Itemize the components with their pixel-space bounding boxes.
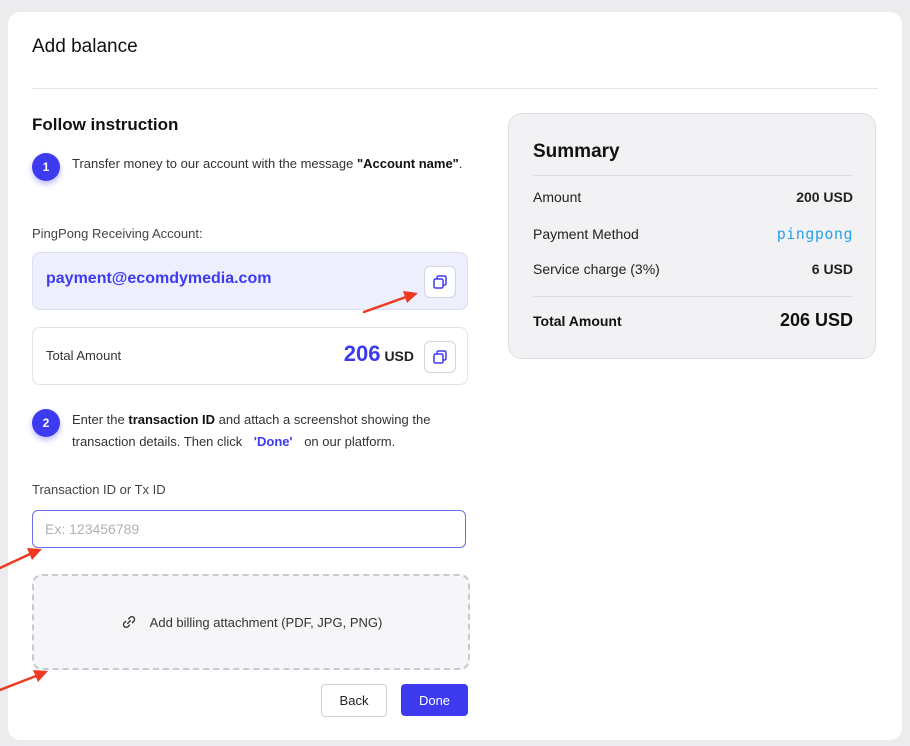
summary-row-amount: Amount 200 USD — [533, 189, 853, 205]
total-amount-value: 206 USD — [344, 341, 414, 367]
step-2-badge: 2 — [32, 409, 60, 437]
pingpong-logo: pingpong — [776, 225, 853, 243]
summary-row-value: 6 USD — [811, 261, 853, 277]
summary-divider — [533, 175, 853, 176]
account-email: payment@ecomdymedia.com — [46, 270, 272, 287]
transaction-id-input[interactable] — [32, 510, 466, 548]
summary-panel: Summary Amount 200 USD Payment Method pi… — [508, 113, 876, 359]
page-title: Add balance — [32, 36, 138, 57]
header-divider — [32, 88, 878, 89]
step-1-text: Transfer money to our account with the m… — [72, 156, 463, 171]
summary-total-label: Total Amount — [533, 312, 622, 329]
step-1-badge: 1 — [32, 153, 60, 181]
summary-row-label: Amount — [533, 189, 582, 205]
account-label: PingPong Receiving Account: — [32, 226, 203, 241]
summary-divider — [533, 296, 853, 297]
total-amount-box: Total Amount 206 USD — [32, 327, 468, 385]
done-button[interactable]: Done — [401, 684, 468, 716]
total-amount-currency: USD — [384, 348, 414, 364]
summary-total-value: 206 USD — [779, 310, 853, 330]
summary-row-label: Service charge (3%) — [533, 261, 660, 277]
add-balance-dialog: Add balance Follow instruction 1 Transfe… — [8, 12, 902, 740]
arrow-icon — [0, 548, 42, 570]
copy-icon — [433, 275, 447, 289]
total-amount-number: 206 — [343, 341, 381, 366]
billing-attachment-dropzone[interactable]: Add billing attachment (PDF, JPG, PNG) — [32, 574, 470, 670]
summary-title: Summary — [533, 141, 620, 162]
summary-row-value: 200 USD — [796, 189, 853, 205]
attachment-label: Add billing attachment (PDF, JPG, PNG) — [149, 614, 383, 630]
total-amount-label: Total Amount — [46, 348, 122, 363]
summary-row-label: Payment Method — [533, 226, 639, 242]
summary-row-payment-method: Payment Method pingpong — [533, 225, 853, 243]
arrow-icon — [362, 291, 418, 314]
transaction-id-label: Transaction ID or Tx ID — [32, 482, 166, 497]
instructions-title: Follow instruction — [32, 115, 179, 134]
copy-icon — [433, 350, 447, 364]
summary-total: Total Amount 206 USD — [533, 310, 853, 331]
arrow-icon — [0, 670, 48, 692]
link-icon — [122, 616, 135, 628]
copy-amount-button[interactable] — [424, 341, 456, 373]
back-button[interactable]: Back — [321, 684, 387, 717]
step-2-text: Enter the transaction ID and attach a sc… — [72, 412, 431, 449]
copy-email-button[interactable] — [424, 266, 456, 298]
summary-row-service-charge: Service charge (3%) 6 USD — [533, 261, 853, 277]
